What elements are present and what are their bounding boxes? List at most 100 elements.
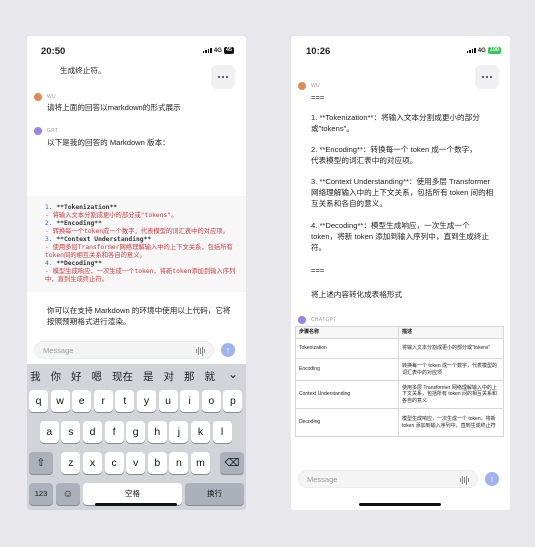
table-cell: 模型生成响应，一次生成一个 token，将新 token 添加到输入序列中，直到…	[398, 408, 504, 437]
key-j[interactable]: j	[169, 421, 189, 443]
message-placeholder: Message	[307, 475, 338, 484]
user-line: 4. **Decoding**：模型生成响应，一次生成一个 token，将新 t…	[311, 221, 490, 252]
code-line: 4. **Decoding**	[45, 260, 102, 267]
key-l[interactable]: l	[212, 421, 232, 443]
key-k[interactable]: k	[191, 421, 210, 443]
user-avatar	[298, 82, 306, 90]
key-z[interactable]: z	[61, 452, 81, 474]
battery-icon: 45	[223, 47, 234, 54]
table-cell: 将输入文本分割成更小的部分或"tokens"	[398, 338, 504, 359]
key-g[interactable]: g	[126, 421, 146, 443]
steps-table: 步骤名称 描述 Tokenization 将输入文本分割成更小的部分或"toke…	[295, 326, 504, 437]
send-button[interactable]: ↑	[221, 343, 235, 357]
message-placeholder: Message	[43, 346, 74, 355]
status-icons: 4G 45	[202, 47, 234, 54]
key-d[interactable]: d	[83, 421, 102, 443]
user-line: 1. **Tokenization**：将输入文本分割成更小的部分或"token…	[311, 113, 480, 133]
gpt-name: GPT	[47, 128, 59, 134]
status-time: 20:50	[41, 46, 66, 57]
status-bar: 20:50 4G 45	[27, 36, 246, 62]
key-y[interactable]: y	[137, 390, 156, 412]
signal-icon	[466, 48, 476, 53]
candidate[interactable]: 你	[51, 369, 62, 384]
key-p[interactable]: p	[223, 390, 243, 412]
gpt-avatar	[298, 316, 306, 324]
key-h[interactable]: h	[147, 421, 167, 443]
voice-wave-icon[interactable]	[196, 346, 205, 356]
table-row: Decoding 模型生成响应，一次生成一个 token，将新 token 添加…	[295, 408, 504, 437]
status-time: 10:26	[306, 46, 331, 57]
message-input[interactable]: Message	[298, 470, 478, 488]
candidate[interactable]: 好	[71, 369, 82, 384]
more-options-button[interactable]	[475, 65, 499, 89]
code-line: 3. **Context Understanding**	[45, 236, 152, 243]
send-button[interactable]: ↑	[485, 472, 499, 486]
table-cell: Tokenization	[295, 338, 399, 359]
candidate[interactable]: 对	[164, 369, 175, 384]
chevron-down-icon[interactable]: ⌄	[228, 367, 238, 381]
markdown-code-block: 1. **Tokenization** - 将输入文本分割成更小的部分或"tok…	[27, 196, 246, 292]
status-icons: 4G 100	[466, 47, 501, 54]
key-n[interactable]: n	[169, 452, 189, 474]
table-cell: Context Understanding	[295, 380, 399, 409]
left-phone-screen: 20:50 4G 45 生成终止符。 WU 请将上面的回答以markdown的形…	[27, 36, 246, 510]
candidate[interactable]: 那	[184, 369, 195, 384]
key-x[interactable]: x	[83, 452, 102, 474]
code-line: - 将输入文本分割成更小的部分或"tokens"。	[45, 212, 178, 219]
user-line: 2. **Encoding**：转换每一个 token 成一个数字，代表模型的词…	[311, 145, 477, 165]
user-name: WU	[311, 83, 320, 89]
key-v[interactable]: v	[126, 452, 146, 474]
table-cell: 转换每一个 token 成一个数字，代表模型的词汇表中的对应项	[398, 358, 504, 381]
table-header-row: 步骤名称 描述	[295, 326, 504, 339]
key-f[interactable]: f	[104, 421, 124, 443]
candidate[interactable]: 是	[143, 369, 154, 384]
keyboard: 我 你 好 嗯 现在 是 对 那 就 ⌄ q w e r t y u i o p…	[27, 364, 246, 510]
key-q[interactable]: q	[29, 390, 48, 412]
key-a[interactable]: a	[39, 421, 59, 443]
emoji-icon[interactable]: ☺	[56, 483, 80, 505]
key-o[interactable]: o	[201, 390, 221, 412]
user-avatar	[34, 93, 42, 101]
shift-key[interactable]: ⇧	[29, 452, 53, 474]
numbers-key[interactable]: 123	[29, 483, 53, 505]
table-cell: Encoding	[295, 358, 399, 381]
gpt-name: CHATGPT	[311, 317, 337, 323]
space-key[interactable]: 空格	[83, 483, 182, 505]
table-cell: Decoding	[295, 408, 399, 437]
message-input[interactable]: Message	[34, 341, 214, 359]
table-header: 步骤名称	[295, 326, 399, 339]
user-message: 请将上面的回答以markdown的形式展示	[47, 103, 181, 112]
home-indicator	[359, 503, 441, 506]
key-w[interactable]: w	[50, 390, 70, 412]
right-phone-screen: 10:26 4G 100 WU === 1. **Tokenization**：…	[291, 36, 510, 510]
table-row: Encoding 转换每一个 token 成一个数字，代表模型的词汇表中的对应项	[295, 358, 504, 381]
gpt-outro: 你可以在支持 Markdown 的环境中使用以上代码，它将按照预期格式进行渲染。	[47, 306, 231, 326]
candidate[interactable]: 就	[205, 369, 216, 384]
candidate[interactable]: 我	[30, 369, 41, 384]
signal-icon	[202, 48, 212, 53]
voice-wave-icon[interactable]	[460, 475, 469, 485]
network-label: 4G	[213, 47, 222, 54]
key-s[interactable]: s	[61, 421, 81, 443]
candidate[interactable]: 嗯	[92, 369, 103, 384]
code-line: - 模型生成响应，一次生成一个token，将新token添加到输入序列中，直到生…	[45, 268, 236, 283]
key-e[interactable]: e	[72, 390, 92, 412]
gpt-avatar	[34, 127, 42, 135]
candidate[interactable]: 现在	[112, 369, 133, 384]
key-m[interactable]: m	[191, 452, 210, 474]
table-row: Context Understanding 使用多层 Transformer 网…	[295, 380, 504, 409]
more-options-button[interactable]	[211, 65, 235, 89]
key-i[interactable]: i	[180, 390, 200, 412]
key-u[interactable]: u	[158, 390, 178, 412]
user-line: 将上述内容转化成表格形式	[311, 290, 403, 299]
key-c[interactable]: c	[104, 452, 124, 474]
key-t[interactable]: t	[115, 390, 135, 412]
key-b[interactable]: b	[147, 452, 167, 474]
user-line: ===	[311, 93, 325, 102]
delete-key[interactable]: ⌫	[220, 452, 244, 474]
key-r[interactable]: r	[93, 390, 113, 412]
user-line: ===	[311, 266, 325, 275]
return-key[interactable]: 换行	[185, 483, 244, 505]
gpt-intro: 以下是我的回答的 Markdown 版本：	[47, 138, 170, 147]
candidate-bar: 我 你 好 嗯 现在 是 对 那 就	[30, 368, 243, 384]
